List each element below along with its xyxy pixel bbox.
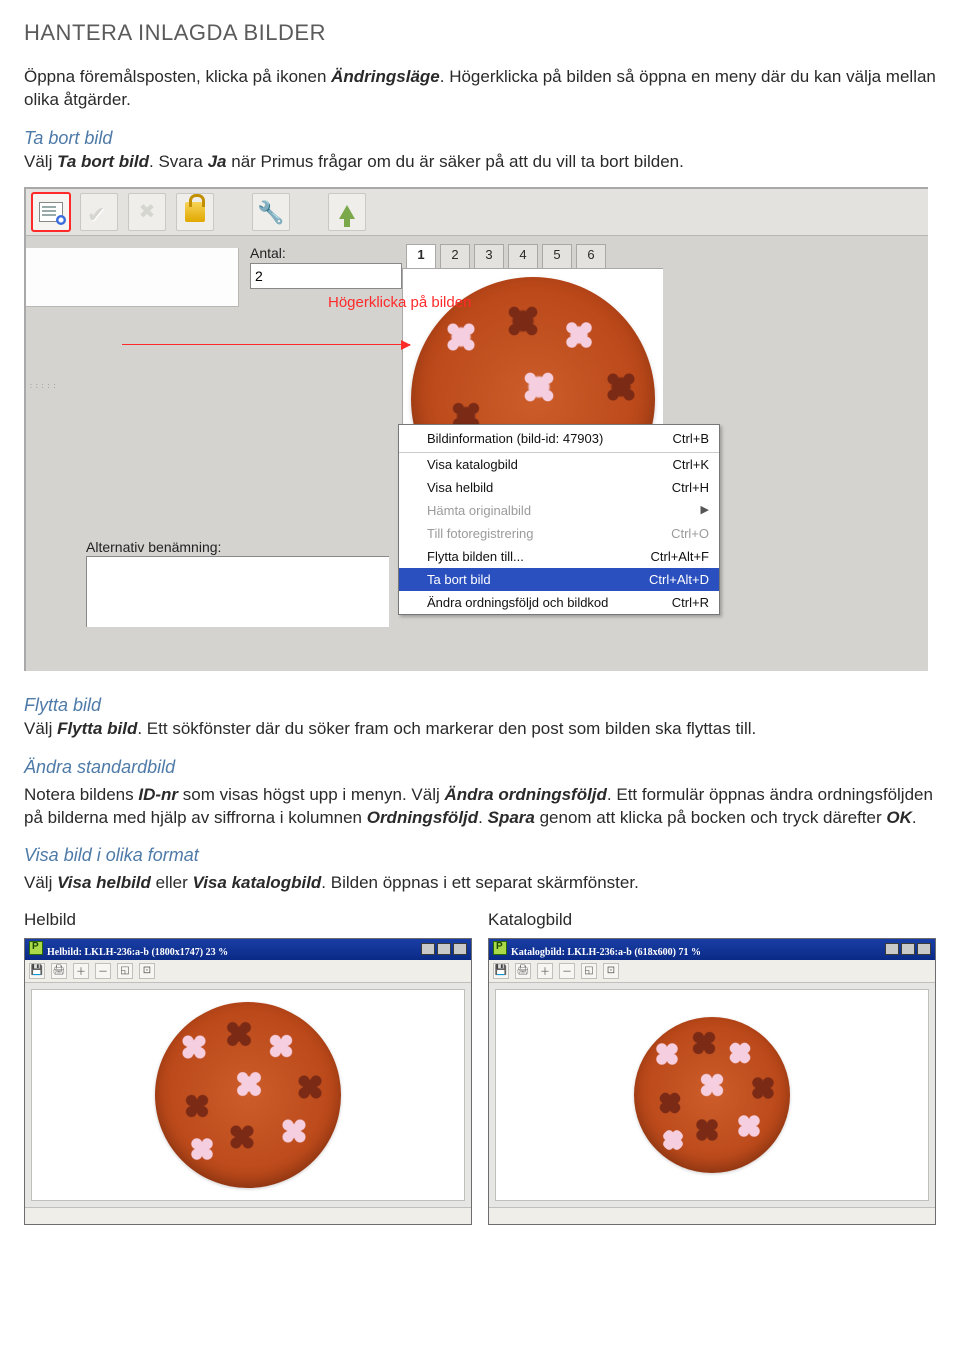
edit-mode-button[interactable] <box>32 193 70 231</box>
toolbar: 🔧 <box>26 189 928 236</box>
zoom-100-icon[interactable]: ⊡ <box>603 963 619 979</box>
viewport[interactable] <box>495 989 929 1201</box>
annotation-text: Högerklicka på bilden <box>328 294 471 311</box>
zoom-100-icon[interactable]: ⊡ <box>139 963 155 979</box>
save-icon[interactable]: 💾 <box>493 963 509 979</box>
wrench-icon: 🔧 <box>257 198 284 228</box>
form-icon <box>39 202 63 222</box>
window-katalogbild: Katalogbild: LKLH-236:a-b (618x600) 71 %… <box>488 938 936 1225</box>
menu-ta-bort-bild[interactable]: Ta bort bildCtrl+Alt+D <box>399 568 719 591</box>
section-andra-title: Ändra standardbild <box>24 755 936 779</box>
antal-input[interactable] <box>250 263 402 289</box>
viewport[interactable] <box>31 989 465 1201</box>
titlebar[interactable]: Helbild: LKLH-236:a-b (1800x1747) 23 % <box>25 939 471 960</box>
cancel-button[interactable] <box>128 193 166 231</box>
zoom-in-icon[interactable]: ＋ <box>73 963 89 979</box>
section-title: Flytta bild <box>24 695 101 715</box>
menu-andra-ordning[interactable]: Ändra ordningsföljd och bildkodCtrl+R <box>399 591 719 614</box>
chevron-right-icon: ▶ <box>701 503 709 518</box>
tools-button[interactable]: 🔧 <box>252 193 290 231</box>
caption-helbild: Helbild <box>24 909 472 932</box>
status-bar <box>489 1207 935 1224</box>
window-title: Katalogbild: LKLH-236:a-b (618x600) 71 % <box>511 947 701 958</box>
tab-1[interactable]: 1 <box>406 244 436 270</box>
lock-icon <box>185 202 205 222</box>
screenshot-context-menu: 🔧 : : : : : Antal: 1 2 3 4 5 6 <box>24 187 928 671</box>
zoom-out-icon[interactable]: － <box>95 963 111 979</box>
menu-till-fotoreg: Till fotoregistreringCtrl+O <box>399 522 719 545</box>
annotation-arrow <box>122 344 410 345</box>
print-icon[interactable]: 🖨 <box>515 963 531 979</box>
antal-label: Antal: <box>250 245 286 261</box>
menu-visa-helbild[interactable]: Visa helbildCtrl+H <box>399 476 719 499</box>
alt-label: Alternativ benämning: <box>86 538 221 557</box>
menu-flytta-bild[interactable]: Flytta bilden till...Ctrl+Alt+F <box>399 545 719 568</box>
window-title: Helbild: LKLH-236:a-b (1800x1747) 23 % <box>47 947 228 958</box>
print-icon[interactable]: 🖨 <box>51 963 67 979</box>
app-icon <box>493 941 507 955</box>
image-tabs: 1 2 3 4 5 6 <box>406 244 606 270</box>
tab-3[interactable]: 3 <box>474 244 504 270</box>
menu-bild-info[interactable]: Bildinformation (bild-id: 47903)Ctrl+B <box>399 425 719 453</box>
section-ta-bort: Ta bort bild Välj Ta bort bild. Svara Ja… <box>24 126 936 174</box>
caption-katalogbild: Katalogbild <box>488 909 936 932</box>
tab-4[interactable]: 4 <box>508 244 538 270</box>
titlebar[interactable]: Katalogbild: LKLH-236:a-b (618x600) 71 % <box>489 939 935 960</box>
app-icon <box>29 941 43 955</box>
drag-handle[interactable]: : : : : : <box>30 372 78 386</box>
window-toolbar: 💾 🖨 ＋ － ◱ ⊡ <box>489 960 935 983</box>
window-buttons[interactable] <box>885 943 931 955</box>
zoom-fit-icon[interactable]: ◱ <box>581 963 597 979</box>
check-icon <box>87 200 111 224</box>
confirm-button[interactable] <box>80 193 118 231</box>
tab-5[interactable]: 5 <box>542 244 572 270</box>
page-title: HANTERA INLAGDA BILDER <box>24 18 936 48</box>
section-visa-body: Välj Visa helbild eller Visa katalogbild… <box>24 872 936 895</box>
section-title: Ta bort bild <box>24 128 112 148</box>
arrow-up-icon <box>339 205 355 219</box>
section-visa-title: Visa bild i olika format <box>24 843 936 867</box>
lock-button[interactable] <box>176 193 214 231</box>
context-menu: Bildinformation (bild-id: 47903)Ctrl+B V… <box>398 424 720 615</box>
zoom-in-icon[interactable]: ＋ <box>537 963 553 979</box>
status-bar <box>25 1207 471 1224</box>
tab-2[interactable]: 2 <box>440 244 470 270</box>
zoom-fit-icon[interactable]: ◱ <box>117 963 133 979</box>
up-button[interactable] <box>328 193 366 231</box>
save-icon[interactable]: 💾 <box>29 963 45 979</box>
menu-hamta-original: Hämta originalbild▶ <box>399 499 719 522</box>
tab-6[interactable]: 6 <box>576 244 606 270</box>
section-flytta: Flytta bild Välj Flytta bild. Ett sökfön… <box>24 693 936 741</box>
alt-input[interactable] <box>86 556 389 627</box>
window-toolbar: 💾 🖨 ＋ － ◱ ⊡ <box>25 960 471 983</box>
window-buttons[interactable] <box>421 943 467 955</box>
menu-visa-katalogbild[interactable]: Visa katalogbildCtrl+K <box>399 453 719 476</box>
x-icon <box>135 200 159 224</box>
antal-field: Antal: <box>250 244 402 289</box>
zoom-out-icon[interactable]: － <box>559 963 575 979</box>
section-andra-body: Notera bildens ID-nr som visas högst upp… <box>24 784 936 830</box>
left-field-box <box>26 248 239 307</box>
window-helbild: Helbild: LKLH-236:a-b (1800x1747) 23 % 💾… <box>24 938 472 1225</box>
intro-paragraph: Öppna föremålsposten, klicka på ikonen Ä… <box>24 66 936 112</box>
